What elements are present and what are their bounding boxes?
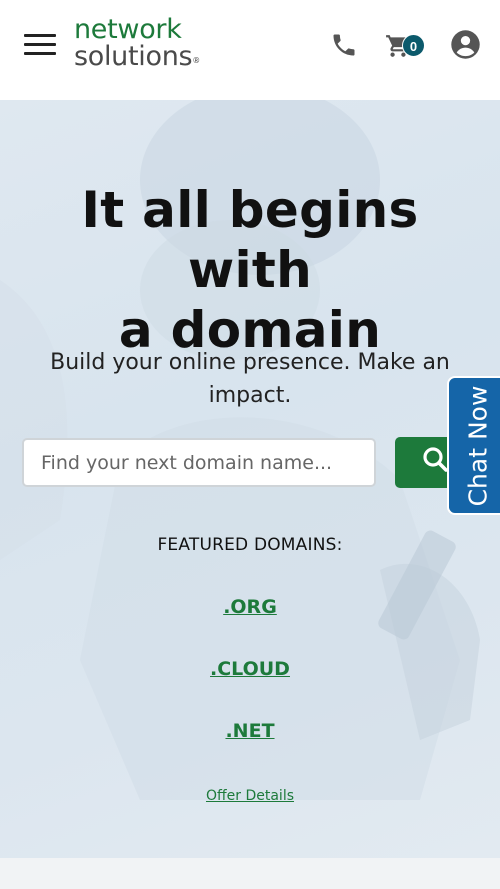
hero-section: It all begins with a domain Build your o…: [0, 100, 500, 858]
featured-domain-org-link[interactable]: .ORG: [0, 596, 500, 618]
search-icon: [423, 447, 448, 472]
domain-search-button[interactable]: [395, 437, 455, 488]
featured-domain-cloud-link[interactable]: .CLOUD: [0, 658, 500, 680]
featured-domains-label: FEATURED DOMAINS:: [157, 535, 343, 555]
hero-subheading: Build your online presence. Make an impa…: [50, 350, 450, 408]
site-header: network solutions® 0: [0, 0, 500, 100]
chat-now-label: Chat Now: [463, 385, 493, 506]
logo-text-network: network: [74, 14, 182, 45]
logo-text-solutions: solutions®: [74, 41, 200, 72]
domain-search-input[interactable]: [22, 438, 376, 487]
featured-domain-net-link[interactable]: .NET: [0, 720, 500, 742]
cart-count-badge: 0: [402, 34, 425, 57]
footer-strip: [0, 858, 500, 889]
hamburger-menu-icon[interactable]: [24, 34, 56, 56]
account-icon[interactable]: [450, 29, 481, 60]
phone-icon[interactable]: [330, 31, 358, 59]
offer-details-link[interactable]: Offer Details: [0, 788, 500, 804]
chat-now-tab[interactable]: Chat Now: [447, 376, 500, 515]
hero-headline: It all begins with a domain: [81, 181, 419, 359]
network-solutions-logo[interactable]: network solutions®: [74, 16, 224, 72]
